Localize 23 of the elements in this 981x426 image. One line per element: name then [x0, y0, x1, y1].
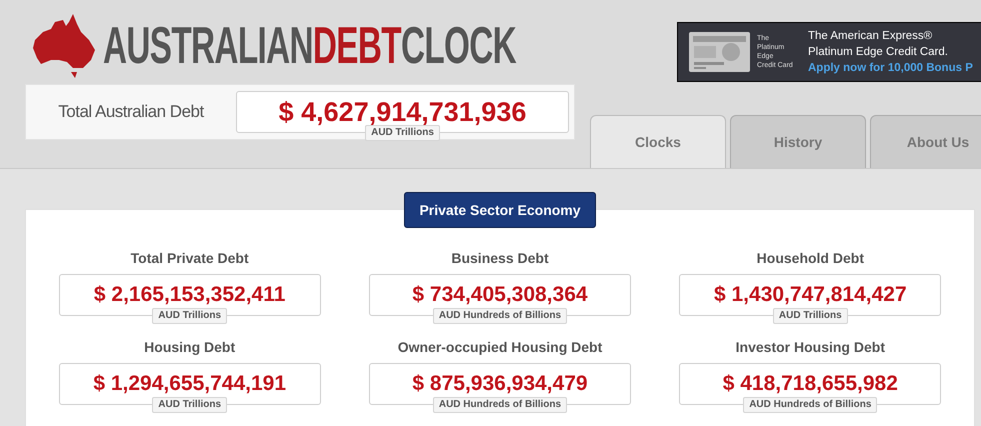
unit-label: AUD Trillions [152, 397, 228, 413]
total-debt-label: Total Australian Debt [57, 101, 206, 124]
ad-title: The American Express® [808, 29, 934, 44]
unit-label: AUD Trillions [365, 125, 440, 141]
ad-link[interactable]: Apply now for 10,000 Bonus P [808, 60, 973, 76]
clock-label: Owner-occupied Housing Debt [398, 338, 602, 357]
unit-label: AUD Trillions [152, 308, 228, 324]
australia-map-icon [33, 14, 95, 78]
site-logo: AUSTRALIANDEBTCLOCK [103, 20, 516, 72]
clock-label: Household Debt [756, 249, 864, 268]
nav-tab[interactable]: Clocks [590, 115, 726, 168]
clock-label: Total Private Debt [130, 249, 249, 268]
clock-label: Business Debt [451, 249, 549, 268]
nav-tab[interactable]: History [730, 115, 866, 168]
unit-label: AUD Hundreds of Billions [432, 308, 568, 324]
nav-tab[interactable]: About Us [870, 115, 981, 168]
unit-label: AUD Hundreds of Billions [432, 397, 568, 413]
ad-title: Platinum Edge Credit Card. [808, 45, 949, 60]
section-button[interactable]: Private Sector Economy [404, 192, 596, 228]
unit-label: AUD Trillions [772, 308, 848, 324]
clock-label: Investor Housing Debt [736, 338, 885, 357]
clock-label: Housing Debt [144, 338, 236, 357]
unit-label: AUD Hundreds of Billions [743, 397, 878, 413]
